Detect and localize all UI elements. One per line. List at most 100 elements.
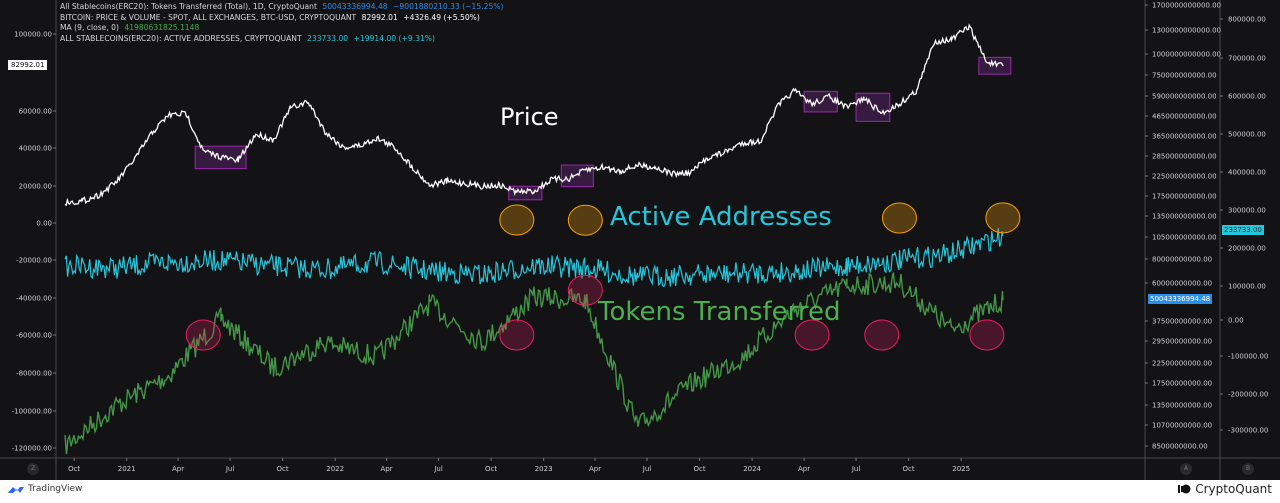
axis-a-tick-label: 22500000000.00 xyxy=(1152,360,1212,368)
left-axis-tick-label: -40000.00 xyxy=(16,295,52,303)
axis-a-tick-label: 1000000000000.00 xyxy=(1152,51,1221,59)
legend-value: 50043336994.48 xyxy=(322,2,388,11)
legend-label: BITCOIN: PRICE & VOLUME - SPOT, ALL EXCH… xyxy=(60,12,357,22)
axis-a-tick-label: 29500000000.00 xyxy=(1152,338,1212,346)
axis-a-tick-label: 60000000000.00 xyxy=(1152,280,1212,288)
axis-b-tick-label: 400000.00 xyxy=(1228,169,1266,177)
highlight-circle xyxy=(969,319,1005,351)
legend-value: 233733.00 xyxy=(307,33,349,43)
x-tick-label: 2025 xyxy=(952,465,970,473)
axis-b-tick-label: 100000.00 xyxy=(1228,283,1266,291)
chart-area[interactable]: Oct 2021 Apr Jul Oct 2022 Apr Jul Oct 2023 Apr Jul O… xyxy=(0,0,1280,480)
left-axis-tick-label: 60000.00 xyxy=(19,108,52,116)
x-tick-label: Apr xyxy=(381,465,393,473)
highlight-circle xyxy=(864,319,900,351)
axis-b-tick-label: 0.00 xyxy=(1228,317,1244,325)
left-axis-tick-label: 0.00 xyxy=(36,220,52,228)
left-axis-tick-label: -60000.00 xyxy=(16,332,52,340)
axis-a-tick-label: 17500000000.00 xyxy=(1152,380,1212,388)
legend-change: −9001880210.33 (−15.25%) xyxy=(393,2,504,11)
axis-b-tick-label: 300000.00 xyxy=(1228,207,1266,215)
highlight-circle xyxy=(499,319,535,351)
highlight-circle xyxy=(567,204,603,236)
legend-label: ALL STABLECOINS(ERC20): ACTIVE ADDRESSES… xyxy=(60,33,302,43)
x-tick-label: Apr xyxy=(172,465,184,473)
series-line-tokens-transferred xyxy=(64,272,1004,455)
active-last-value-tag: 233733.00 xyxy=(1222,225,1264,235)
axis-a-tick-label: 105000000000.00 xyxy=(1152,234,1217,242)
tradingview-label: TradingView xyxy=(28,484,83,494)
footer xyxy=(0,480,1280,503)
axis-b-tick-label: 500000.00 xyxy=(1228,131,1266,139)
legend-value: 41980631825.1148 xyxy=(124,23,200,33)
legend: All Stablecoins(ERC20): Tokens Transferr… xyxy=(60,2,506,44)
x-tick-label: Oct xyxy=(485,465,497,473)
x-tick-label: Jul xyxy=(225,465,235,473)
highlight-circle xyxy=(881,202,917,234)
tradingview-icon xyxy=(8,486,24,493)
x-tick-label: 2021 xyxy=(118,465,136,473)
axis-b-tick-label: -200000.00 xyxy=(1228,391,1268,399)
left-axis-tick-label: -120000.00 xyxy=(12,445,52,453)
cryptoquant-icon xyxy=(1178,484,1191,494)
x-tick-label: Apr xyxy=(589,465,601,473)
left-axis-tick-label: 100000.00 xyxy=(14,31,52,39)
legend-row-tokens[interactable]: All Stablecoins(ERC20): Tokens Transferr… xyxy=(60,2,506,13)
axis-a-tick-label: 1300000000000.00 xyxy=(1152,27,1221,35)
highlight-circle xyxy=(499,204,535,236)
axis-a-tick-label: 365000000000.00 xyxy=(1152,133,1217,141)
legend-label: MA (9, close, 0) xyxy=(60,23,119,33)
axis-a-tick-label: 465000000000.00 xyxy=(1152,113,1217,121)
legend-value: 82992.01 xyxy=(361,12,398,22)
legend-row-active[interactable]: ALL STABLECOINS(ERC20): ACTIVE ADDRESSES… xyxy=(60,34,506,45)
x-tick-label: Oct xyxy=(277,465,289,473)
axis-b-tick-label: 800000.00 xyxy=(1228,16,1266,24)
legend-row-price[interactable]: BITCOIN: PRICE & VOLUME - SPOT, ALL EXCH… xyxy=(60,13,506,24)
left-axis-tick-label: 40000.00 xyxy=(19,145,52,153)
scale-button-a[interactable]: A xyxy=(1180,463,1192,475)
tradingview-logo[interactable]: TradingView xyxy=(8,484,82,494)
highlight-circle xyxy=(185,319,221,351)
annotation-price: Price xyxy=(500,103,559,131)
axis-a-tick-label: 590000000000.00 xyxy=(1152,93,1217,101)
left-axis-tick-label: 20000.00 xyxy=(19,183,52,191)
axis-a-tick-label: 1700000000000.00 xyxy=(1152,2,1221,10)
axis-a-tick-label: 80000000000.00 xyxy=(1152,256,1212,264)
x-tick-label: 2023 xyxy=(535,465,553,473)
tokens-last-value-tag: 50043336994.48 xyxy=(1148,294,1213,304)
axis-a-tick-label: 8500000000.00 xyxy=(1152,443,1208,451)
annotation-active-addresses: Active Addresses xyxy=(610,202,832,232)
chart-svg[interactable]: Oct 2021 Apr Jul Oct 2022 Apr Jul Oct 2023 Apr Jul O… xyxy=(0,0,1280,480)
legend-label: All Stablecoins(ERC20): Tokens Transferr… xyxy=(60,2,317,11)
legend-change: +4326.49 (+5.50%) xyxy=(403,12,480,22)
left-axis-tick-label: -20000.00 xyxy=(16,257,52,265)
cryptoquant-label: CryptoQuant xyxy=(1195,482,1272,496)
scale-button-b[interactable]: B xyxy=(1242,463,1254,475)
x-tick-label: Oct xyxy=(694,465,706,473)
axis-a-tick-label: 13500000000.00 xyxy=(1152,402,1212,410)
axis-a-tick-label: 135000000000.00 xyxy=(1152,213,1217,221)
axis-b-tick-label: 600000.00 xyxy=(1228,93,1266,101)
legend-change: +19914.00 (+9.31%) xyxy=(353,33,435,43)
x-tick-label: Jul xyxy=(642,465,652,473)
axis-b-tick-label: -300000.00 xyxy=(1228,427,1268,435)
axis-b-tick-label: 700000.00 xyxy=(1228,55,1266,63)
left-axis-tick-label: -80000.00 xyxy=(16,370,52,378)
x-tick-label: Apr xyxy=(798,465,810,473)
axis-a-tick-label: 225000000000.00 xyxy=(1152,173,1217,181)
cryptoquant-logo: CryptoQuant xyxy=(1177,482,1272,496)
legend-row-ma[interactable]: MA (9, close, 0) 41980631825.1148 xyxy=(60,23,506,34)
highlight-box xyxy=(978,56,1012,75)
x-tick-label: Oct xyxy=(68,465,80,473)
x-tick-label: Jul xyxy=(433,465,443,473)
price-last-value-tag: 82992.01 xyxy=(8,60,48,70)
annotation-tokens-transferred: Tokens Transferred xyxy=(598,297,841,327)
scale-button-z[interactable]: Z xyxy=(27,463,39,475)
series-line-active-addresses xyxy=(64,228,1004,288)
axis-a-tick-label: 175000000000.00 xyxy=(1152,193,1217,201)
axis-b-tick-label: -100000.00 xyxy=(1228,353,1268,361)
highlight-circle xyxy=(985,202,1021,234)
axis-a-tick-label: 750000000000.00 xyxy=(1152,72,1217,80)
x-tick-label: 2022 xyxy=(326,465,344,473)
axis-a-tick-label: 10700000000.00 xyxy=(1152,422,1212,430)
